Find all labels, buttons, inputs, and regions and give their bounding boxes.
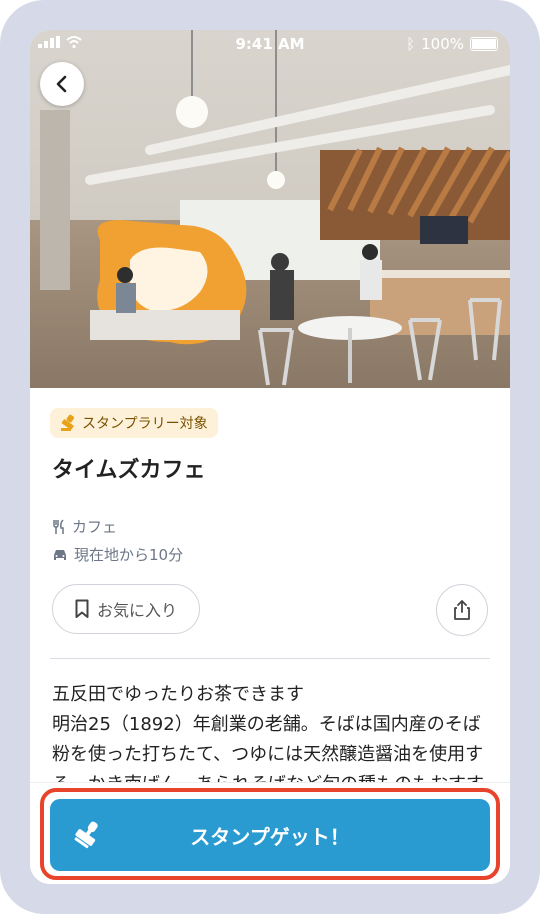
stamp-icon xyxy=(74,821,98,849)
battery-percent: 100% xyxy=(421,35,464,53)
distance-row: 現在地から10分 xyxy=(52,544,183,565)
distance-label: 現在地から10分 xyxy=(74,546,184,564)
hero-photo: 9:41 AM ᛒ 100% xyxy=(30,30,510,388)
share-button[interactable] xyxy=(436,584,488,636)
cta-label: スタンプゲット！ xyxy=(190,824,350,849)
bottom-action-bar: スタンプゲット！ xyxy=(30,782,510,884)
favorite-label: お気に入り xyxy=(96,601,177,620)
car-icon xyxy=(54,549,66,560)
share-icon xyxy=(454,600,470,620)
category-row: カフェ xyxy=(52,516,117,537)
stamp-icon xyxy=(61,414,74,431)
back-button[interactable] xyxy=(40,62,84,106)
status-right: ᛒ 100% xyxy=(406,35,498,53)
section-divider xyxy=(50,658,490,659)
stamp-rally-badge: スタンプラリー対象 xyxy=(50,408,218,438)
device-frame: 9:41 AM ᛒ 100% スタンプラリー対象 タイムズカフェ カフェ 現在地… xyxy=(0,0,540,914)
status-bar: 9:41 AM ᛒ 100% xyxy=(30,30,510,60)
place-title: タイムズカフェ xyxy=(52,458,206,483)
cafe-interior-image xyxy=(30,30,510,388)
bluetooth-icon: ᛒ xyxy=(406,35,416,53)
category-label: カフェ xyxy=(72,518,118,536)
chevron-left-icon xyxy=(56,75,67,93)
bookmark-icon xyxy=(75,599,89,618)
battery-icon xyxy=(470,37,498,51)
get-stamp-button[interactable]: スタンプゲット！ xyxy=(50,799,490,871)
fork-knife-icon xyxy=(53,518,64,534)
badge-label: スタンプラリー対象 xyxy=(82,416,208,432)
app-screen: 9:41 AM ᛒ 100% スタンプラリー対象 タイムズカフェ カフェ 現在地… xyxy=(30,30,510,884)
description-heading: 五反田でゆったりお茶できます xyxy=(52,684,304,705)
favorite-button[interactable]: お気に入り xyxy=(52,584,200,634)
